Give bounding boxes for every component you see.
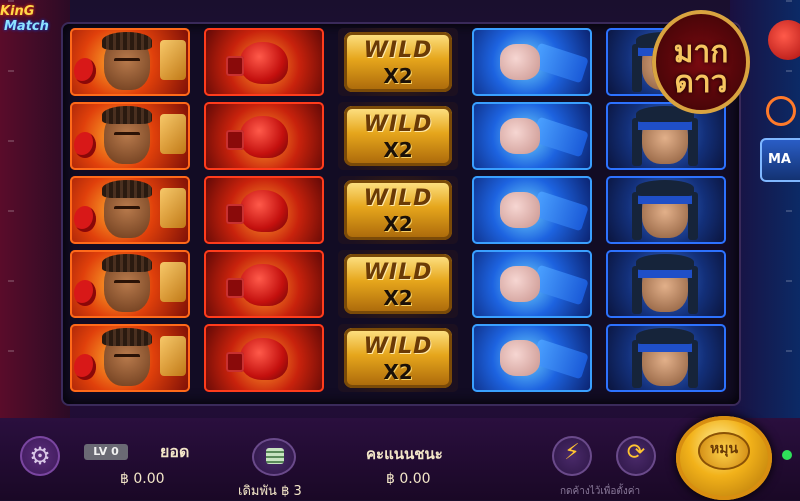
wild-label: WILD [363, 38, 433, 63]
symbol-blue-fist [472, 28, 592, 96]
fist-icon [500, 118, 540, 154]
bet-value: ฿ 3 [281, 484, 302, 499]
brand-emblem: มาก ดาว [646, 4, 756, 120]
fist-icon [500, 266, 540, 302]
settings-button[interactable]: ⚙ [20, 436, 60, 476]
bet-display: เดิมพัน ฿ 3 [238, 480, 302, 501]
spin-label: หมุน [709, 441, 739, 457]
symbol-wild: WILD X2 [338, 176, 458, 244]
max-bet-button[interactable]: MA [760, 138, 800, 182]
fist-icon [500, 44, 540, 80]
wild-label: WILD [363, 260, 433, 285]
brand-line2: ดาว [674, 65, 728, 100]
symbol-boxer [70, 102, 190, 170]
win-label: คะแนนชนะ [366, 445, 443, 463]
reel-3: WILD X2 WILD X2 WILD X2 WILD X2 WILD X2 [335, 28, 461, 400]
spin-button[interactable]: หมุน [676, 416, 772, 500]
wild-label: WILD [363, 334, 433, 359]
reel-1 [67, 28, 193, 400]
reel-4 [469, 28, 595, 400]
autoplay-button[interactable]: ⟳ [616, 436, 656, 476]
symbol-boxer [70, 176, 190, 244]
wild-multiplier: X2 [383, 212, 413, 236]
left-arena-background [0, 0, 70, 430]
symbol-blue-fighter [606, 250, 726, 318]
autoplay-icon: ⟳ [626, 440, 646, 465]
fist-icon [500, 192, 540, 228]
hold-hint-text: กดค้างไว้เพื่อตั้งค่า [560, 486, 641, 497]
wild-multiplier: X2 [383, 286, 413, 310]
bet-label: เดิมพัน [238, 484, 277, 499]
symbol-red-glove [204, 176, 324, 244]
red-glove-icon [226, 264, 288, 306]
wild-multiplier: X2 [383, 64, 413, 88]
red-glove-icon [226, 338, 288, 380]
symbol-blue-fist [472, 250, 592, 318]
wild-label: WILD [363, 186, 433, 211]
game-logo-line2: Match [4, 19, 49, 34]
reel-2 [201, 28, 327, 400]
spin-button-face: หมุน [698, 432, 750, 470]
wild-label: WILD [363, 112, 433, 137]
symbol-wild: WILD X2 [338, 28, 458, 96]
symbol-red-glove [204, 28, 324, 96]
connection-status-dot [782, 450, 792, 460]
symbol-blue-fighter [606, 324, 726, 392]
ring-icon [766, 96, 796, 126]
turbo-button[interactable]: ⚡ [552, 436, 592, 476]
symbol-boxer [70, 28, 190, 96]
symbol-red-glove [204, 324, 324, 392]
symbol-boxer [70, 250, 190, 318]
symbol-red-glove [204, 250, 324, 318]
red-glove-icon [226, 42, 288, 84]
red-glove-icon [226, 116, 288, 158]
red-bonus-orb-icon [768, 20, 800, 60]
wild-multiplier: X2 [383, 138, 413, 162]
chips-icon [266, 448, 284, 464]
symbol-blue-fist [472, 324, 592, 392]
symbol-wild: WILD X2 [338, 102, 458, 170]
symbol-wild: WILD X2 [338, 324, 458, 392]
balance-value: ฿ 0.00 [120, 471, 165, 487]
lightning-icon: ⚡ [564, 440, 580, 465]
fist-icon [500, 340, 540, 376]
symbol-blue-fist [472, 102, 592, 170]
symbol-boxer [70, 324, 190, 392]
gear-icon: ⚙ [29, 442, 51, 470]
wild-multiplier: X2 [383, 360, 413, 384]
game-logo-line1: KinG [0, 4, 35, 19]
bet-chips-button[interactable] [252, 438, 296, 476]
reel-frame: WILD X2 WILD X2 WILD X2 WILD X2 WILD X2 [63, 24, 739, 404]
max-bet-label: MA [768, 152, 791, 167]
symbol-blue-fist [472, 176, 592, 244]
symbol-blue-fighter [606, 176, 726, 244]
symbol-wild: WILD X2 [338, 250, 458, 318]
win-value: ฿ 0.00 [386, 471, 431, 487]
game-logo: KinG Match [0, 4, 58, 46]
balance-label: ยอด [160, 442, 190, 461]
level-badge: LV 0 [84, 444, 128, 460]
symbol-red-glove [204, 102, 324, 170]
red-glove-icon [226, 190, 288, 232]
